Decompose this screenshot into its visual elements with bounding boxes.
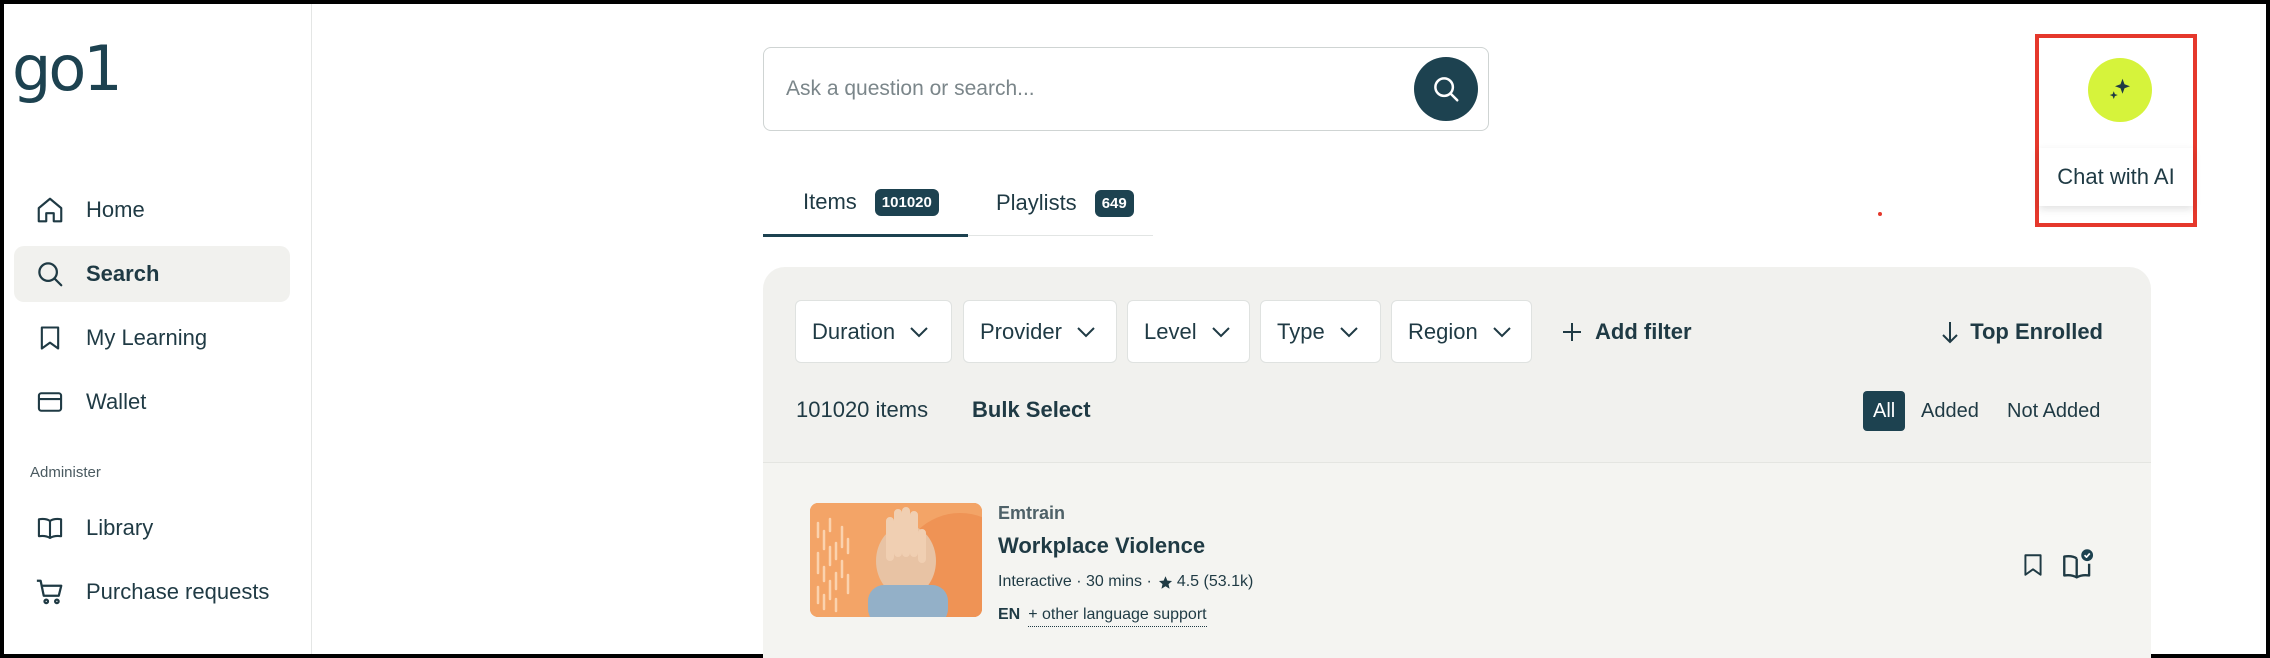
filter-region[interactable]: Region xyxy=(1391,300,1532,363)
course-provider: Emtrain xyxy=(998,503,1066,523)
add-filter-label: Add filter xyxy=(1595,318,1692,344)
sort-label: Top Enrolled xyxy=(1970,318,2103,344)
chevron-down-icon xyxy=(1492,326,1512,338)
search-box xyxy=(763,47,1489,131)
book-icon xyxy=(32,510,68,546)
brand-logo[interactable]: go1 xyxy=(12,38,123,100)
language-code: EN xyxy=(998,606,1021,623)
star-icon xyxy=(1158,575,1173,590)
search-submit-button[interactable] xyxy=(1414,57,1478,121)
sidebar-item-label: My Learning xyxy=(86,325,208,350)
results-count: 101020 items xyxy=(796,397,929,422)
sparkle-icon xyxy=(2109,78,2130,99)
ai-chat-highlight: Chat with AI xyxy=(2035,34,2197,227)
wallet-icon xyxy=(32,384,68,420)
sidebar-item-label: Purchase requests xyxy=(86,579,270,604)
tab-label: Items xyxy=(803,189,857,214)
course-meta: Interactive · 30 mins · 4.5 (53.1k) xyxy=(998,573,1253,591)
filter-label: Duration xyxy=(812,318,896,344)
sidebar: go1 Home Search My Learning Wallet Admin… xyxy=(4,4,312,654)
sidebar-item-label: Wallet xyxy=(86,389,147,414)
tab-playlists[interactable]: Playlists 649 xyxy=(996,170,1134,236)
sidebar-item-label: Home xyxy=(86,197,145,222)
chevron-down-icon xyxy=(909,326,929,338)
search-input[interactable] xyxy=(786,68,1386,110)
filter-duration[interactable]: Duration xyxy=(795,300,952,363)
search-icon xyxy=(1434,77,1459,102)
filter-label: Provider xyxy=(980,318,1062,344)
bookmark-icon xyxy=(32,320,68,356)
count-badge: 649 xyxy=(1094,189,1134,217)
course-thumbnail xyxy=(810,503,982,617)
chevron-down-icon xyxy=(1339,326,1359,338)
sidebar-item-label: Search xyxy=(86,261,160,286)
results-tabs: Items 101020 Playlists 649 xyxy=(763,170,1153,237)
home-icon xyxy=(32,192,68,228)
filter-label: Level xyxy=(1144,318,1197,344)
add-to-library-icon[interactable] xyxy=(2061,548,2095,582)
segment-all[interactable]: All xyxy=(1863,391,1906,431)
sidebar-item-library[interactable]: Library xyxy=(14,500,290,556)
plus-icon xyxy=(1561,321,1583,343)
cursor-marker xyxy=(1878,212,1882,216)
count-badge: 101020 xyxy=(874,188,939,216)
sidebar-item-purchase-requests[interactable]: Purchase requests xyxy=(14,564,290,620)
tab-items[interactable]: Items 101020 xyxy=(763,170,968,237)
filter-label: Region xyxy=(1408,318,1478,344)
course-meta-text: Interactive · 30 mins · xyxy=(998,573,1152,590)
result-card[interactable]: Emtrain Workplace Violence Interactive ·… xyxy=(763,462,2151,658)
segment-added[interactable]: Added xyxy=(1911,391,1989,431)
segment-not-added[interactable]: Not Added xyxy=(1997,391,2110,431)
chevron-down-icon xyxy=(1076,326,1096,338)
filter-type[interactable]: Type xyxy=(1260,300,1381,363)
sidebar-item-wallet[interactable]: Wallet xyxy=(14,374,290,430)
other-language-link[interactable]: + other language support xyxy=(1028,606,1207,627)
bulk-select-button[interactable]: Bulk Select xyxy=(972,397,1091,423)
sort-button[interactable]: Top Enrolled xyxy=(1940,300,2103,363)
filter-level[interactable]: Level xyxy=(1127,300,1250,363)
arrow-down-icon xyxy=(1940,320,1960,344)
filter-label: Type xyxy=(1277,318,1325,344)
sidebar-item-home[interactable]: Home xyxy=(14,182,290,238)
search-icon xyxy=(32,256,68,292)
chevron-down-icon xyxy=(1211,326,1231,338)
cart-icon xyxy=(32,574,68,610)
bookmark-icon[interactable] xyxy=(2016,548,2050,582)
sidebar-item-label: Library xyxy=(86,515,154,540)
course-rating: 4.5 (53.1k) xyxy=(1176,573,1254,590)
sidebar-item-my-learning[interactable]: My Learning xyxy=(14,310,290,366)
tab-label: Playlists xyxy=(996,190,1077,215)
results-panel: Duration Provider Level Type Region Add … xyxy=(763,267,2151,658)
ai-tooltip: Chat with AI xyxy=(2039,148,2193,206)
course-title[interactable]: Workplace Violence xyxy=(998,533,1205,559)
chat-with-ai-button[interactable] xyxy=(2088,58,2152,122)
filter-provider[interactable]: Provider xyxy=(963,300,1117,363)
add-filter-button[interactable]: Add filter xyxy=(1561,300,1692,363)
course-language: EN + other language support xyxy=(998,606,1207,627)
sidebar-item-search[interactable]: Search xyxy=(14,246,290,302)
section-label-administer: Administer xyxy=(30,464,101,481)
